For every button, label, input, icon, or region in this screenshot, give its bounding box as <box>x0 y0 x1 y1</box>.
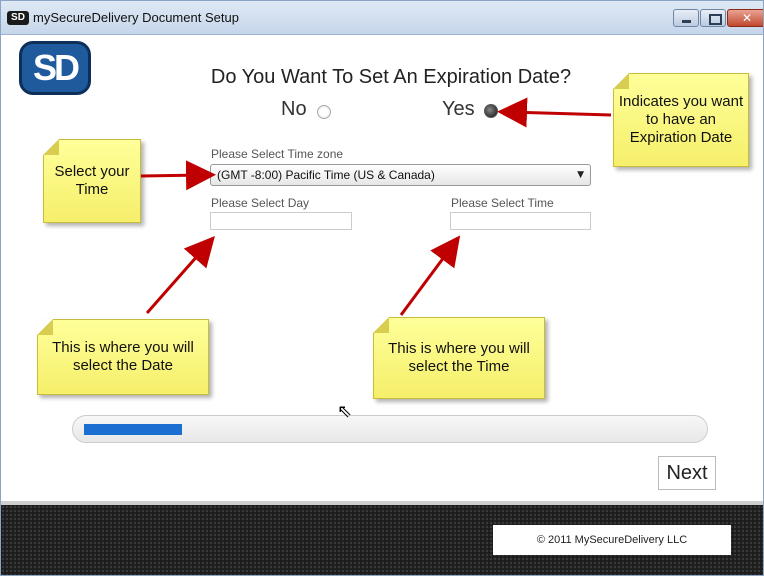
app-icon: SD <box>7 11 29 25</box>
mouse-pointer-icon: ⇖ <box>337 401 353 422</box>
timezone-select[interactable]: (GMT -8:00) Pacific Time (US & Canada) ▼ <box>210 164 591 186</box>
radio-no[interactable] <box>317 105 331 119</box>
day-input[interactable] <box>210 212 352 230</box>
next-button[interactable]: Next <box>658 456 716 490</box>
app-window: SD mySecureDelivery Document Setup SD Do… <box>0 0 764 576</box>
note-time: This is where you will select the Time <box>373 317 545 399</box>
radio-yes[interactable] <box>484 104 498 118</box>
progress-bar <box>72 415 708 443</box>
note-time-zone: Select your Time <box>43 139 141 223</box>
timezone-label: Please Select Time zone <box>211 147 344 161</box>
maximize-button[interactable] <box>700 9 726 27</box>
timezone-value: (GMT -8:00) Pacific Time (US & Canada) <box>217 168 435 182</box>
option-no-label: No <box>281 98 307 120</box>
arrow-to-day <box>145 236 215 314</box>
time-label: Please Select Time <box>451 196 554 210</box>
arrow-to-time <box>399 235 461 316</box>
close-button[interactable] <box>727 9 763 27</box>
option-yes-label: Yes <box>442 98 475 120</box>
copyright-text: © 2011 MySecureDelivery LLC <box>493 525 731 555</box>
arrow-to-yes <box>497 97 612 128</box>
sd-logo: SD <box>19 41 91 95</box>
day-label: Please Select Day <box>211 196 310 210</box>
window-title: mySecureDelivery Document Setup <box>33 10 239 25</box>
chevron-down-icon: ▼ <box>577 170 584 180</box>
time-input[interactable] <box>450 212 591 230</box>
progress-fill <box>84 424 182 435</box>
note-date: This is where you will select the Date <box>37 319 209 395</box>
note-expiration: Indicates you want to have an Expiration… <box>613 73 749 167</box>
expiration-question: Do You Want To Set An Expiration Date? <box>210 66 572 88</box>
title-bar: SD mySecureDelivery Document Setup <box>1 1 763 35</box>
minimize-button[interactable] <box>673 9 699 27</box>
arrow-to-timezone <box>140 160 216 191</box>
